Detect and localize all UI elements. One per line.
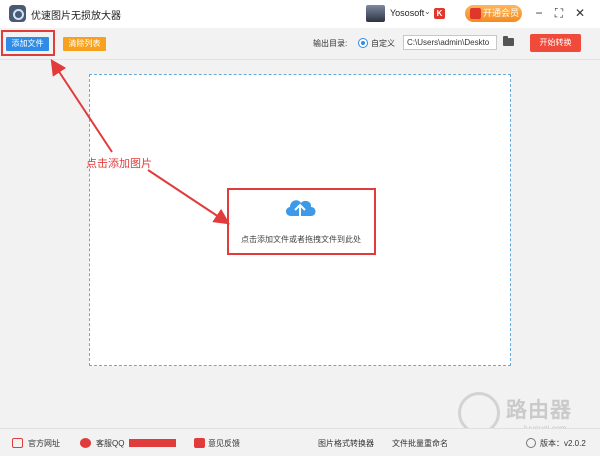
feedback-icon: [194, 438, 205, 448]
folder-icon[interactable]: [503, 36, 514, 46]
minimize-button[interactable]: −: [531, 5, 547, 21]
user-name[interactable]: Yososoft: [390, 8, 424, 18]
app-logo-icon: [9, 5, 26, 22]
redacted-qq-number: [129, 439, 176, 447]
version-label: 版本：v2.0.2: [540, 439, 586, 448]
maximize-button[interactable]: ⛶: [551, 5, 567, 21]
title-bar: 优速图片无损放大器 Yososoft ⌄ K 开通会员 − ⛶ ✕: [0, 0, 600, 28]
app-title: 优速图片无损放大器: [31, 11, 121, 22]
vip-button-label: 开通会员: [483, 8, 520, 18]
feedback-link[interactable]: 意见反馈: [208, 438, 240, 449]
info-icon: [526, 438, 536, 448]
website-icon: [12, 438, 23, 448]
annotation-label: 点击添加图片: [86, 158, 152, 170]
batch-rename-link[interactable]: 文件批量重命名: [392, 438, 448, 449]
drop-hint-text: 点击添加文件或者拖拽文件到此处: [241, 235, 361, 244]
custom-radio-label[interactable]: 自定义: [371, 38, 395, 49]
vip-button[interactable]: 开通会员: [465, 5, 522, 22]
output-dir-label: 输出目录:: [313, 39, 348, 48]
cloud-upload-icon[interactable]: [282, 194, 318, 220]
qq-link[interactable]: 客服QQ: [96, 438, 124, 449]
start-convert-button[interactable]: 开始转换: [530, 34, 581, 52]
add-files-highlight: [1, 30, 55, 56]
watermark-name: 路由器: [506, 399, 572, 422]
format-converter-link[interactable]: 图片格式转换器: [318, 438, 374, 449]
user-badge-icon: K: [434, 8, 445, 19]
status-bar: 官方网址 客服QQ 意见反馈 图片格式转换器 文件批量重命名 版本：v2.0.2: [0, 428, 600, 456]
website-link[interactable]: 官方网址: [28, 438, 60, 449]
qq-icon: [80, 438, 91, 448]
crown-icon: [470, 8, 481, 19]
clear-list-button[interactable]: 清除列表: [63, 37, 106, 51]
output-path-input[interactable]: [403, 35, 497, 50]
close-button[interactable]: ✕: [572, 5, 588, 21]
custom-radio[interactable]: [358, 38, 368, 48]
user-avatar[interactable]: [366, 5, 385, 22]
chevron-down-icon[interactable]: ⌄: [424, 7, 431, 16]
